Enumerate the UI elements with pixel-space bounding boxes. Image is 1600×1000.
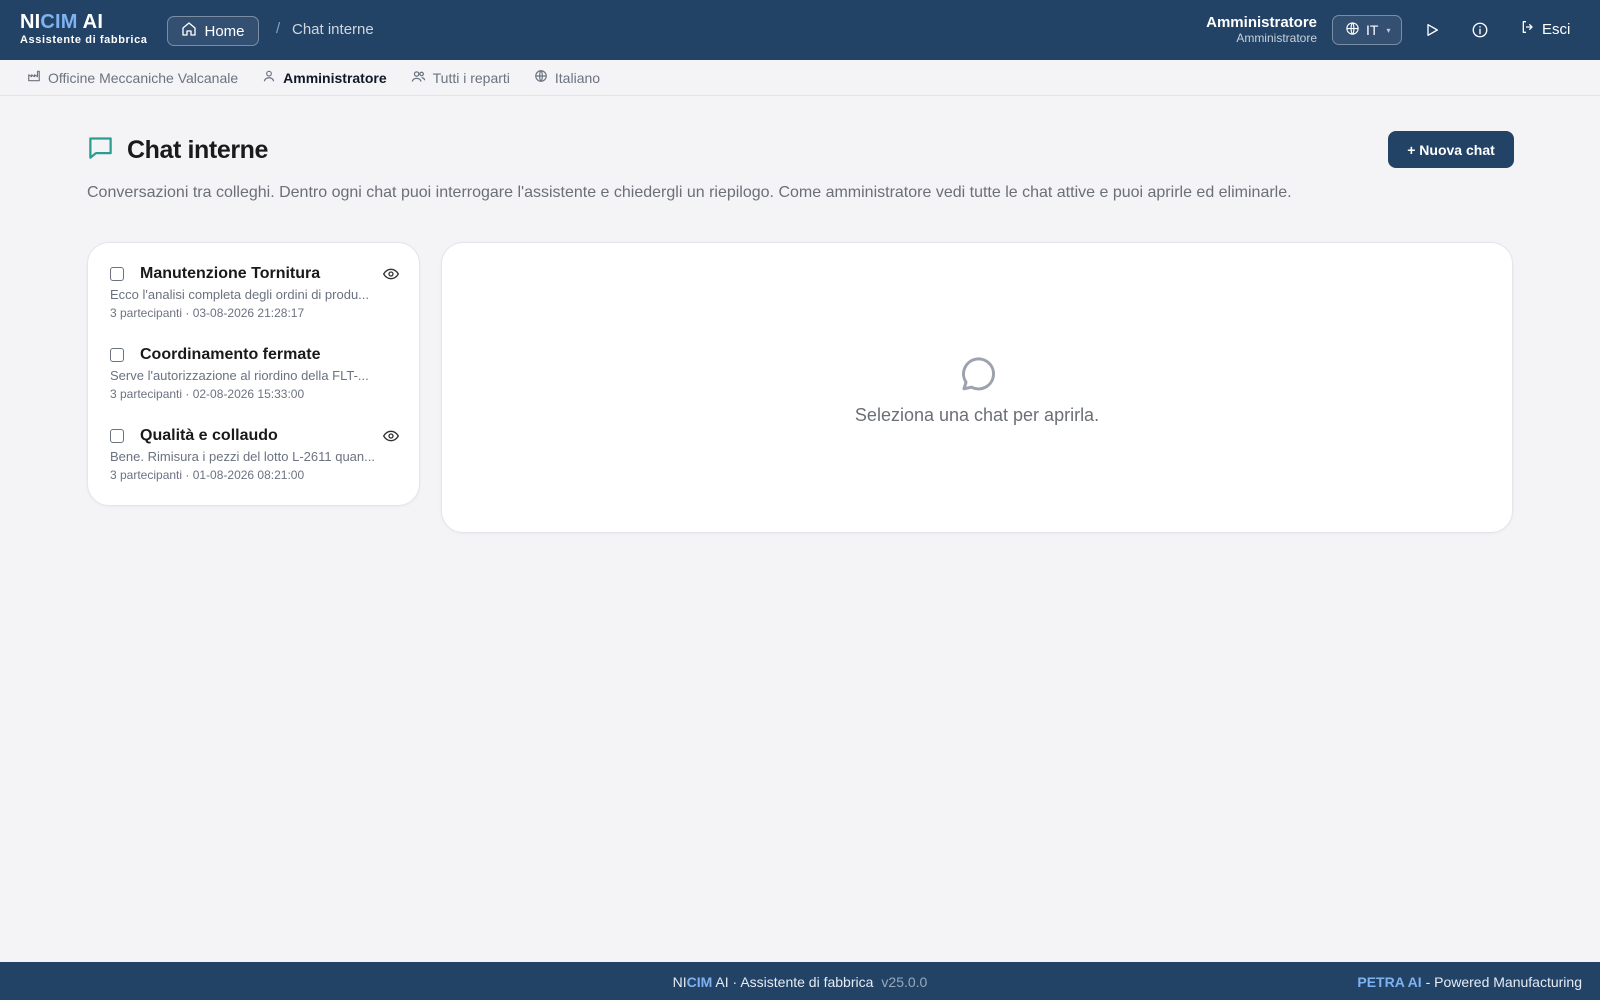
chat-checkbox[interactable] xyxy=(110,267,124,281)
factory-icon xyxy=(27,69,41,86)
breadcrumb-current: Chat interne xyxy=(292,21,374,38)
footer-brand: PETRA AI - Powered Manufacturing xyxy=(1357,974,1582,990)
users-icon xyxy=(411,69,426,87)
logout-label: Esci xyxy=(1542,20,1571,38)
breadcrumb-separator: / xyxy=(276,20,281,37)
user-item[interactable]: Amministratore xyxy=(262,69,387,86)
user-name: Amministratore xyxy=(1206,14,1317,31)
chat-item[interactable]: Manutenzione Tornitura Ecco l'analisi co… xyxy=(110,265,400,320)
play-icon[interactable] xyxy=(1421,19,1443,41)
chat-item[interactable]: Coordinamento fermate Serve l'autorizzaz… xyxy=(110,346,400,401)
home-label: Home xyxy=(204,22,245,40)
chat-meta: 3 partecipanti · 02-08-2026 15:33:00 xyxy=(110,387,305,401)
departments-item[interactable]: Tutti i reparti xyxy=(411,69,510,87)
language-code: IT xyxy=(1366,22,1379,38)
brand-name: NICIM AI xyxy=(20,11,104,33)
company-item[interactable]: Officine Meccaniche Valcanale xyxy=(27,69,238,86)
globe-icon xyxy=(1345,21,1360,39)
page-title: Chat interne xyxy=(127,135,269,164)
footer: NICIM AI · Assistente di fabbrica v25.0.0… xyxy=(0,962,1600,1000)
eye-icon[interactable] xyxy=(382,429,400,443)
eye-icon[interactable] xyxy=(382,267,400,281)
user-role: Amministratore xyxy=(1236,31,1317,45)
chat-bubble-icon xyxy=(87,134,114,166)
home-icon xyxy=(181,21,197,41)
top-bar: NICIM AI Assistente di fabbrica Home / C… xyxy=(0,0,1600,60)
chat-preview: Serve l'autorizzazione al riordino della… xyxy=(110,368,369,383)
chat-pane: Seleziona una chat per aprirla. xyxy=(441,242,1513,533)
language-label: Italiano xyxy=(554,69,601,86)
page-description: Conversazioni tra colleghi. Dentro ogni … xyxy=(87,184,1292,201)
chat-list: Manutenzione Tornitura Ecco l'analisi co… xyxy=(87,242,420,506)
departments-label: Tutti i reparti xyxy=(432,69,510,86)
info-icon[interactable] xyxy=(1469,19,1491,41)
brand-logo[interactable]: NICIM AI Assistente di fabbrica xyxy=(20,12,148,46)
chat-item[interactable]: Qualità e collaudo Bene. Rimisura i pezz… xyxy=(110,427,400,482)
home-button[interactable]: Home xyxy=(167,16,259,46)
chat-preview: Ecco l'analisi completa degli ordini di … xyxy=(110,287,370,302)
chat-title: Coordinamento fermate xyxy=(140,346,321,363)
language-selector[interactable]: IT ▾ xyxy=(1332,15,1402,45)
logout-button[interactable]: Esci xyxy=(1520,19,1570,39)
chat-bubble-icon xyxy=(959,353,999,398)
chat-checkbox[interactable] xyxy=(110,348,124,362)
chat-meta: 3 partecipanti · 03-08-2026 21:28:17 xyxy=(110,306,305,320)
user-label: Amministratore xyxy=(283,69,387,86)
chat-preview: Bene. Rimisura i pezzi del lotto L-2611 … xyxy=(110,449,375,464)
user-icon xyxy=(262,69,276,86)
chevron-down-icon: ▾ xyxy=(1386,25,1391,35)
chat-title: Manutenzione Tornitura xyxy=(140,265,321,282)
brand-subtitle: Assistente di fabbrica xyxy=(20,34,148,46)
context-bar: Officine Meccaniche Valcanale Amministra… xyxy=(0,60,1600,96)
logout-icon xyxy=(1520,19,1536,39)
company-name: Officine Meccaniche Valcanale xyxy=(48,69,239,86)
globe-icon xyxy=(534,69,548,86)
chat-title: Qualità e collaudo xyxy=(140,427,278,444)
language-item[interactable]: Italiano xyxy=(534,69,600,86)
new-chat-button[interactable]: + Nuova chat xyxy=(1388,131,1514,168)
empty-state-text: Seleziona una chat per aprirla. xyxy=(854,405,1100,425)
user-info: Amministratore Amministratore xyxy=(1206,14,1317,45)
chat-meta: 3 partecipanti · 01-08-2026 08:21:00 xyxy=(110,468,305,482)
page-header: Chat interne xyxy=(87,134,268,166)
version-label: v25.0.0 xyxy=(881,974,928,990)
chat-checkbox[interactable] xyxy=(110,429,124,443)
